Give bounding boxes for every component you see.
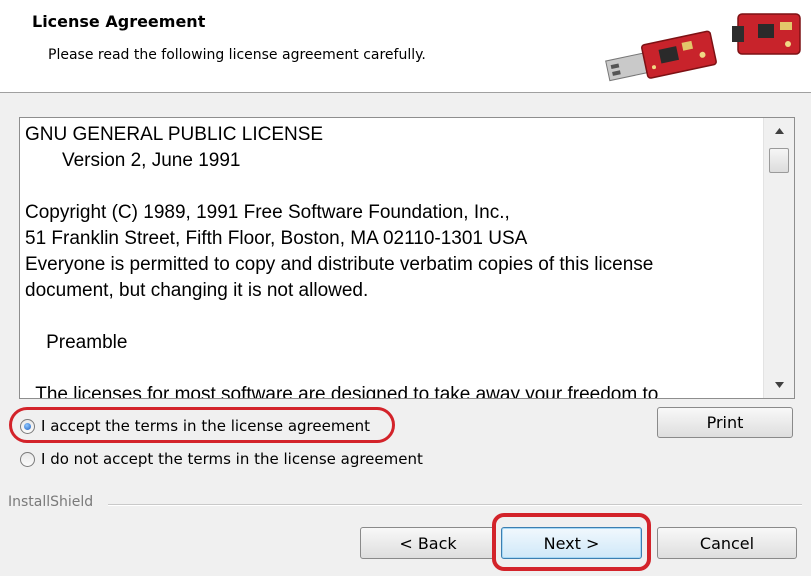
accept-option[interactable]: I accept the terms in the license agreem… [20,415,370,437]
decline-option-label: I do not accept the terms in the license… [41,450,423,468]
cancel-button[interactable]: Cancel [657,527,797,559]
scroll-thumb[interactable] [769,148,789,173]
decline-option[interactable]: I do not accept the terms in the license… [20,448,423,470]
triangle-up-icon [774,128,784,134]
back-button[interactable]: < Back [360,527,496,559]
header-banner: License Agreement Please read the follow… [0,0,811,93]
page-title: License Agreement [32,12,206,31]
installshield-label: InstallShield [8,494,94,510]
license-viewport: GNU GENERAL PUBLIC LICENSE Version 2, Ju… [20,118,764,398]
accept-radio[interactable] [20,418,35,434]
page-subtitle: Please read the following license agreem… [48,47,426,63]
print-button[interactable]: Print [657,407,793,438]
decline-radio[interactable] [20,451,35,467]
scroll-down-button[interactable] [764,374,794,396]
license-text: GNU GENERAL PUBLIC LICENSE Version 2, Ju… [25,124,659,398]
license-text-box[interactable]: GNU GENERAL PUBLIC LICENSE Version 2, Ju… [19,117,795,399]
accept-option-label: I accept the terms in the license agreem… [41,417,371,435]
scroll-up-button[interactable] [764,120,794,142]
vertical-scrollbar[interactable] [763,118,794,398]
usb-board-illustration [605,13,801,82]
triangle-down-icon [774,382,784,388]
footer-divider [108,504,802,506]
next-highlight-annotation [492,513,651,571]
